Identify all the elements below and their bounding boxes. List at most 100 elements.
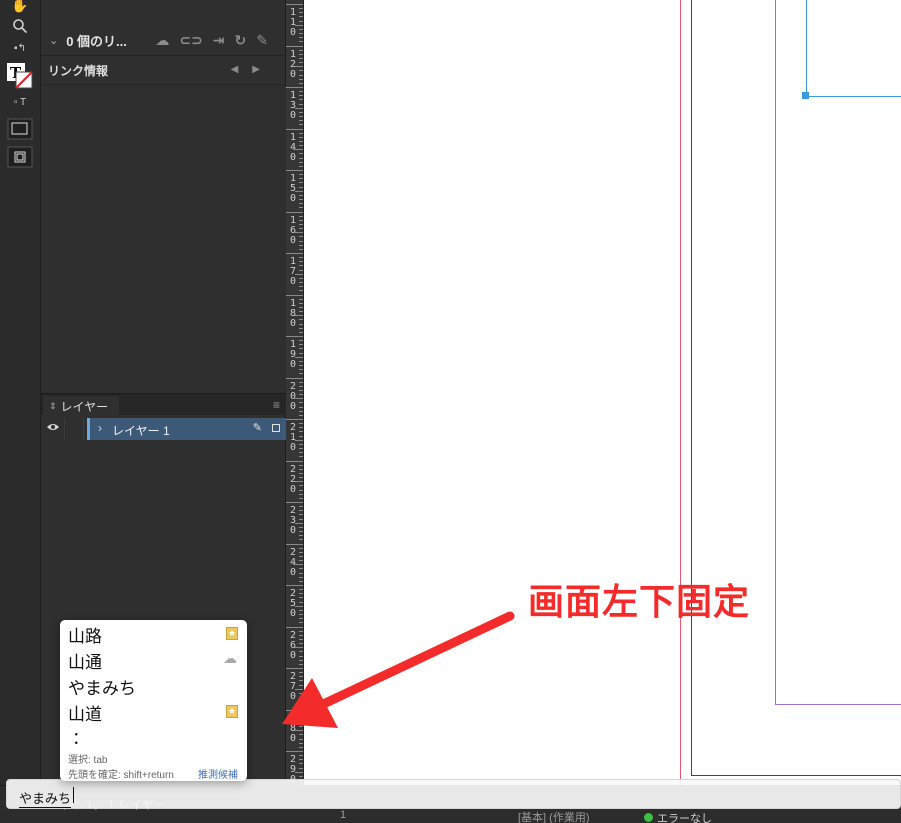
composing-text[interactable]: やまみち — [19, 788, 72, 808]
candidate-item[interactable]: ： — [72, 724, 89, 749]
ruler-tick — [299, 746, 303, 748]
candidate-item[interactable]: 山通 — [68, 648, 102, 673]
chevron-down-icon[interactable]: ⌄ — [49, 34, 58, 47]
eye-icon[interactable] — [44, 421, 62, 437]
apply-container-icon[interactable]: ▫ T — [9, 98, 31, 108]
ruler-tick — [299, 282, 303, 284]
ruler-label: 0 — [289, 234, 297, 246]
goto-link-icon[interactable]: ⇥ — [213, 32, 225, 49]
pen-icon: ✎ — [252, 422, 262, 434]
ime-candidate-window: 山路 ★ 山通 ☁ やまみち 山道 ★ ： 選択: tab 先頭を確定: shi… — [60, 620, 247, 781]
layer-row[interactable]: › レイヤー 1 ✎ — [41, 418, 286, 440]
formatting-text-icon[interactable]: T — [6, 62, 34, 92]
ruler-tick — [299, 116, 303, 118]
frame-handle[interactable] — [802, 92, 809, 99]
ruler-tick — [299, 41, 303, 43]
ruler-tick — [299, 311, 303, 313]
selection-square-icon[interactable] — [272, 424, 280, 432]
cloud-icon: ☁ — [223, 650, 237, 666]
hand-tool-icon[interactable]: ✋ — [9, 0, 31, 12]
star-badge-icon: ★ — [226, 705, 238, 718]
tab-layers[interactable]: ⇕ レイヤー — [43, 396, 119, 416]
ruler-label: 0 — [289, 317, 297, 329]
ruler-tick — [299, 120, 303, 122]
candidate-item[interactable]: 山路 — [68, 622, 102, 647]
link-info-nav-icon[interactable]: ◀▶ — [231, 64, 274, 75]
lock-toggle[interactable] — [64, 418, 84, 440]
ruler-label: 4 — [289, 141, 297, 153]
ruler-label: 1 — [289, 48, 297, 60]
ruler-label: 0 — [289, 193, 297, 204]
ruler-tick — [299, 12, 303, 14]
chevron-right-icon[interactable]: › — [98, 421, 102, 435]
candidate-item[interactable]: 山道 — [68, 700, 102, 725]
star-badge-icon: ★ — [226, 627, 238, 640]
ruler-tick — [299, 360, 303, 362]
ruler-tick — [299, 186, 303, 188]
link-info-body — [41, 86, 286, 391]
candidate-item[interactable]: やまみち — [68, 674, 136, 699]
normal-mode-icon[interactable] — [7, 118, 33, 142]
layer-selected[interactable]: › レイヤー 1 ✎ — [87, 418, 286, 440]
predict-candidates-link[interactable]: 推測候補 — [198, 766, 238, 781]
ruler-tick — [299, 497, 303, 499]
ruler-tick — [299, 157, 303, 159]
ruler-tick — [299, 340, 303, 342]
ruler-tick — [299, 57, 303, 59]
ruler-tick — [299, 74, 303, 76]
text-caret — [73, 787, 74, 803]
swap-colors-icon[interactable]: ▪↰ — [9, 44, 31, 54]
ruler-tick — [299, 153, 303, 155]
text-frame[interactable] — [806, 0, 901, 97]
ruler-tick — [299, 269, 303, 271]
hint-select: 選択: tab — [68, 755, 108, 766]
ruler-tick — [299, 203, 303, 205]
link-info-header[interactable]: リンク情報 ◀▶ — [41, 57, 286, 85]
bleed-line — [680, 0, 681, 823]
status-dot-icon — [644, 813, 653, 822]
error-status[interactable]: エラーなし — [644, 810, 712, 823]
panel-menu-icon[interactable]: ≡ — [273, 398, 280, 412]
ruler-tick — [299, 306, 303, 308]
zoom-tool-icon[interactable] — [9, 18, 31, 36]
ruler-tick — [286, 377, 303, 379]
edit-original-icon[interactable]: ✎ — [256, 32, 268, 49]
page-number[interactable]: 1 — [340, 809, 346, 821]
layers-tabbar: ⇕ レイヤー ≡ — [41, 393, 286, 416]
ruler-tick — [299, 560, 303, 562]
ruler-tick — [286, 336, 303, 337]
ruler-tick — [299, 493, 303, 495]
ruler-label: 1 — [289, 297, 297, 309]
ruler-tick — [299, 265, 303, 267]
ruler-tick — [299, 28, 303, 30]
ruler-label: 0 — [289, 525, 297, 536]
cloud-link-icon[interactable]: ☁ — [155, 32, 169, 49]
relink-icon[interactable]: ⊂⊃ — [179, 32, 202, 49]
ruler-tick — [286, 419, 303, 420]
annotation-arrow-icon — [282, 611, 515, 728]
update-link-icon[interactable]: ↻ — [235, 32, 247, 49]
ruler-tick — [286, 502, 303, 503]
ruler-tick — [299, 207, 303, 209]
margin-guide-bottom — [775, 704, 901, 705]
screen-mode-icon[interactable] — [7, 146, 33, 170]
ruler-label: 1 — [289, 214, 297, 226]
ruler-tick — [286, 294, 303, 296]
ruler-tick — [299, 572, 303, 574]
ruler-tick — [299, 593, 303, 595]
ruler-label: 0 — [289, 442, 297, 453]
ruler-tick — [299, 394, 303, 396]
ruler-tick — [299, 331, 303, 333]
ime-composition-bar[interactable]: やまみち — [6, 779, 901, 809]
ruler-tick — [299, 381, 303, 383]
ruler-tick — [299, 302, 303, 304]
ruler-tick — [299, 580, 303, 582]
error-label: エラーなし — [657, 813, 712, 823]
ruler-tick — [299, 518, 303, 520]
ruler-tick — [299, 414, 303, 416]
ruler-tick — [299, 219, 303, 221]
ruler-tick — [299, 91, 303, 93]
links-panel-header[interactable]: ⌄ 0 個のリ... ☁ ⊂⊃ ⇥ ↻ ✎ — [41, 26, 286, 56]
style-label[interactable]: [基本] (作業用) — [518, 809, 590, 823]
layer-name: レイヤー 1 — [112, 424, 170, 438]
